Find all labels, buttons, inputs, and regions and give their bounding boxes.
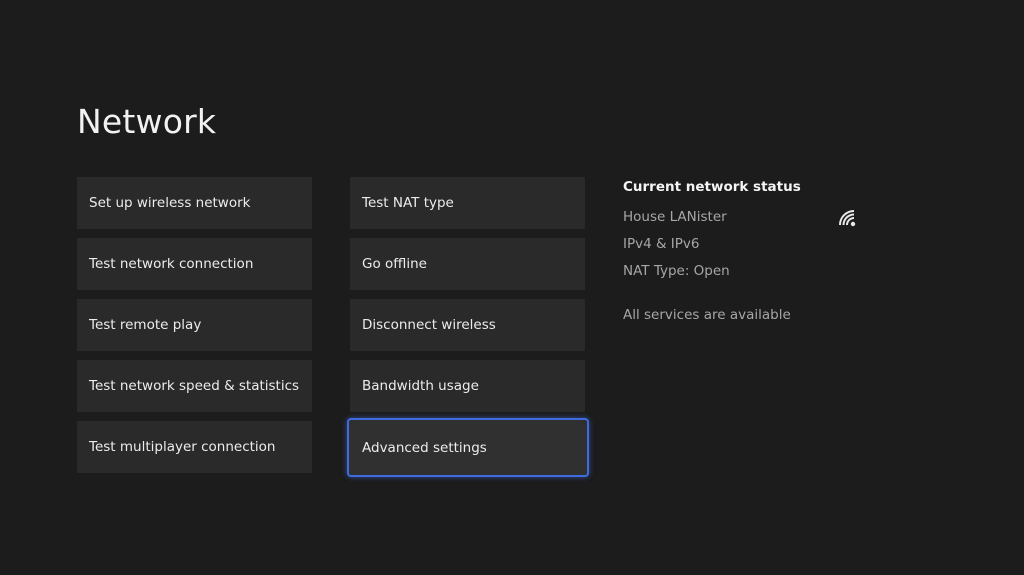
- advanced-settings-button[interactable]: Advanced settings: [347, 418, 589, 477]
- tile-label: Test network connection: [89, 256, 254, 272]
- tile-label: Test multiplayer connection: [89, 439, 276, 455]
- test-multiplayer-connection-button[interactable]: Test multiplayer connection: [77, 421, 312, 473]
- disconnect-wireless-button[interactable]: Disconnect wireless: [350, 299, 585, 351]
- network-name: House LANister: [623, 209, 727, 225]
- tile-label: Set up wireless network: [89, 195, 251, 211]
- tile-label: Advanced settings: [362, 439, 487, 456]
- tile-label: Disconnect wireless: [362, 317, 496, 333]
- page-title: Network: [77, 102, 217, 141]
- set-up-wireless-network-button[interactable]: Set up wireless network: [77, 177, 312, 229]
- wifi-icon: [838, 209, 858, 227]
- tile-label: Bandwidth usage: [362, 378, 479, 394]
- network-status-panel: Current network status House LANister IP…: [623, 179, 863, 334]
- bandwidth-usage-button[interactable]: Bandwidth usage: [350, 360, 585, 412]
- test-nat-type-button[interactable]: Test NAT type: [350, 177, 585, 229]
- status-heading: Current network status: [623, 179, 801, 195]
- tile-label: Test NAT type: [362, 195, 454, 211]
- tile-label: Go offline: [362, 256, 427, 272]
- test-remote-play-button[interactable]: Test remote play: [77, 299, 312, 351]
- services-status: All services are available: [623, 307, 791, 323]
- test-network-connection-button[interactable]: Test network connection: [77, 238, 312, 290]
- tile-label: Test remote play: [89, 317, 202, 333]
- tile-label: Test network speed & statistics: [89, 378, 300, 394]
- go-offline-button[interactable]: Go offline: [350, 238, 585, 290]
- nat-type: NAT Type: Open: [623, 263, 730, 279]
- test-network-speed-button[interactable]: Test network speed & statistics: [77, 360, 312, 412]
- network-name-row: House LANister: [623, 209, 863, 236]
- ip-version: IPv4 & IPv6: [623, 236, 700, 252]
